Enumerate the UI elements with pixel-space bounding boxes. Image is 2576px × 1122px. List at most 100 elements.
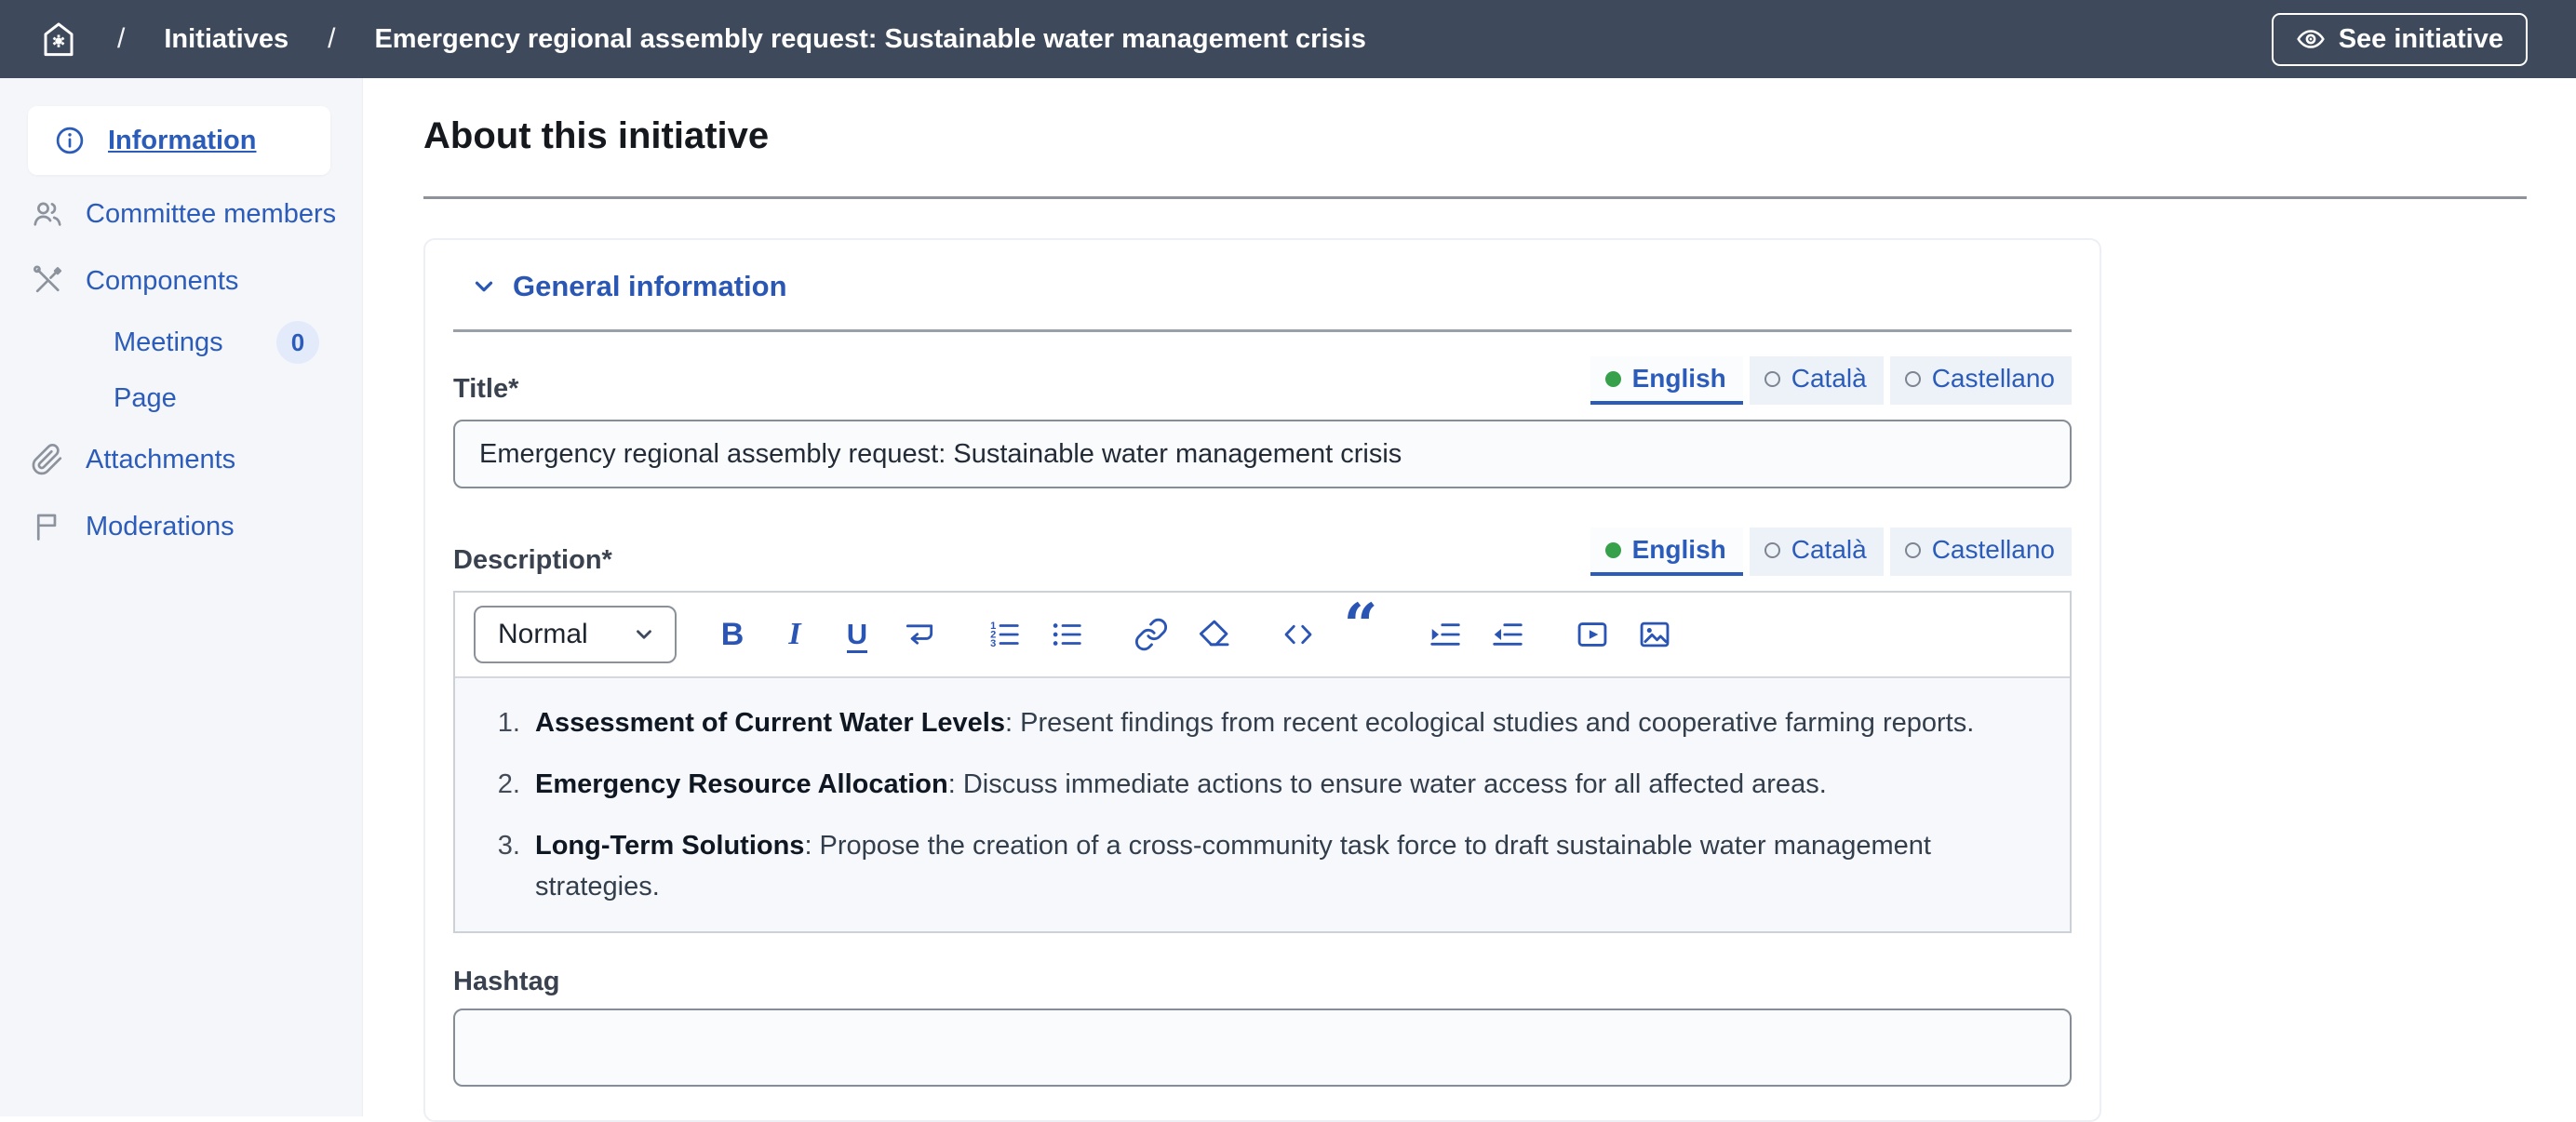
translation-complete-dot-icon	[1605, 542, 1621, 558]
unordered-list-icon	[1049, 617, 1084, 652]
sidebar-item-label: Page	[114, 383, 177, 414]
description-label: Description*	[453, 545, 612, 576]
quote-button[interactable]: “	[1337, 610, 1384, 659]
sidebar-item-information[interactable]: Information	[28, 106, 330, 175]
translation-empty-circle-icon	[1764, 542, 1780, 558]
tools-icon	[30, 264, 65, 298]
breadcrumb-item-initiatives[interactable]: Initiatives	[164, 24, 288, 55]
page-title: About this initiative	[423, 115, 2527, 157]
chevron-down-icon	[632, 622, 656, 647]
general-information-card: General information Title* English Català…	[423, 238, 2101, 1122]
language-tab-label: English	[1632, 535, 1726, 565]
italic-button[interactable]: I	[771, 610, 818, 659]
info-icon	[52, 124, 87, 157]
section-divider	[453, 329, 2072, 332]
language-tab-english[interactable]: English	[1590, 528, 1743, 576]
description-list-item: Long-Term Solutions: Propose the creatio…	[528, 825, 2042, 907]
count-badge: 0	[276, 321, 319, 364]
sidebar-item-label: Committee members	[86, 199, 336, 230]
sidebar-item-attachments[interactable]: Attachments	[0, 426, 362, 493]
description-list-item: Emergency Resource Allocation: Discuss i…	[528, 764, 2042, 805]
language-tab-english[interactable]: English	[1590, 356, 1743, 405]
title-language-tabs: English Català Castellano	[1590, 356, 2072, 405]
editor-toolbar: Normal B I U 123 “	[455, 593, 2070, 676]
format-select[interactable]: Normal	[474, 606, 677, 663]
list-item-text: : Discuss immediate actions to ensure wa…	[948, 769, 1827, 799]
hashtag-input[interactable]	[453, 1008, 2072, 1087]
ordered-list-button[interactable]: 123	[981, 610, 1027, 659]
video-button[interactable]	[1569, 610, 1616, 659]
line-break-icon	[902, 617, 937, 652]
language-tab-castellano[interactable]: Castellano	[1890, 356, 2072, 405]
language-tab-castellano[interactable]: Castellano	[1890, 528, 2072, 576]
clear-format-button[interactable]	[1190, 610, 1237, 659]
language-tab-label: English	[1632, 364, 1726, 394]
list-item-text: : Present findings from recent ecologica…	[1005, 708, 1974, 738]
section-title: General information	[513, 270, 787, 303]
sidebar-item-label: Information	[108, 126, 257, 156]
code-icon	[1281, 617, 1316, 652]
translation-empty-circle-icon	[1764, 371, 1780, 387]
video-icon	[1575, 617, 1610, 652]
indent-increase-button[interactable]	[1422, 610, 1469, 659]
title-label: Title*	[453, 374, 518, 405]
link-button[interactable]	[1128, 610, 1174, 659]
translation-empty-circle-icon	[1905, 542, 1921, 558]
description-list-item: Assessment of Current Water Levels: Pres…	[528, 702, 2042, 743]
main-content: About this initiative General informatio…	[363, 78, 2576, 1116]
title-divider	[423, 196, 2527, 199]
sidebar-item-label: Moderations	[86, 512, 235, 542]
language-tab-label: Català	[1791, 535, 1867, 565]
see-initiative-button[interactable]: See initiative	[2272, 13, 2528, 66]
chevron-down-icon	[470, 273, 498, 301]
bold-button[interactable]: B	[709, 610, 756, 659]
eye-icon	[2296, 24, 2326, 54]
flag-icon	[30, 510, 65, 543]
language-tab-catala[interactable]: Català	[1750, 356, 1884, 405]
unordered-list-button[interactable]	[1043, 610, 1090, 659]
indent-decrease-icon	[1490, 617, 1525, 652]
link-icon	[1134, 617, 1169, 652]
ordered-list-icon: 123	[986, 617, 1022, 652]
sidebar-item-page[interactable]: Page	[0, 370, 362, 426]
breadcrumb-separator: /	[117, 23, 125, 55]
svg-text:3: 3	[990, 638, 996, 649]
home-icon[interactable]	[39, 20, 78, 59]
language-tab-catala[interactable]: Català	[1750, 528, 1884, 576]
sidebar-item-meetings[interactable]: Meetings 0	[0, 314, 362, 370]
italic-icon: I	[788, 617, 800, 652]
users-icon	[30, 197, 65, 231]
description-list: Assessment of Current Water Levels: Pres…	[455, 702, 2042, 907]
line-break-button[interactable]	[896, 610, 943, 659]
list-item-bold-text: Assessment of Current Water Levels	[535, 708, 1005, 738]
quote-icon: “	[1344, 621, 1378, 648]
topbar: / Initiatives / Emergency regional assem…	[0, 0, 2576, 78]
sidebar-item-label: Components	[86, 266, 238, 297]
sidebar-item-label: Attachments	[86, 445, 235, 475]
list-item-bold-text: Emergency Resource Allocation	[535, 769, 948, 799]
indent-increase-icon	[1428, 617, 1463, 652]
language-tab-label: Castellano	[1932, 364, 2055, 394]
sidebar-item-label: Meetings	[114, 327, 223, 358]
list-item-bold-text: Long-Term Solutions	[535, 831, 804, 861]
sidebar: Information Committee members Components Me…	[0, 78, 363, 1116]
sidebar-item-moderations[interactable]: Moderations	[0, 493, 362, 560]
sidebar-item-components[interactable]: Components	[0, 247, 362, 314]
breadcrumb-separator: /	[328, 23, 335, 55]
image-icon	[1637, 617, 1672, 652]
description-language-tabs: English Català Castellano	[1590, 528, 2072, 576]
code-button[interactable]	[1275, 610, 1322, 659]
hashtag-label: Hashtag	[453, 967, 2072, 997]
underline-button[interactable]: U	[834, 610, 880, 659]
bold-icon: B	[721, 617, 745, 653]
language-tab-label: Català	[1791, 364, 1867, 394]
clear-format-icon	[1196, 617, 1231, 652]
sidebar-item-committee-members[interactable]: Committee members	[0, 180, 362, 247]
editor-content[interactable]: Assessment of Current Water Levels: Pres…	[455, 676, 2070, 931]
image-button[interactable]	[1631, 610, 1678, 659]
general-information-toggle[interactable]: General information	[453, 270, 2072, 303]
title-input[interactable]	[453, 420, 2072, 488]
underline-icon: U	[847, 619, 867, 650]
translation-complete-dot-icon	[1605, 371, 1621, 387]
indent-decrease-button[interactable]	[1484, 610, 1531, 659]
